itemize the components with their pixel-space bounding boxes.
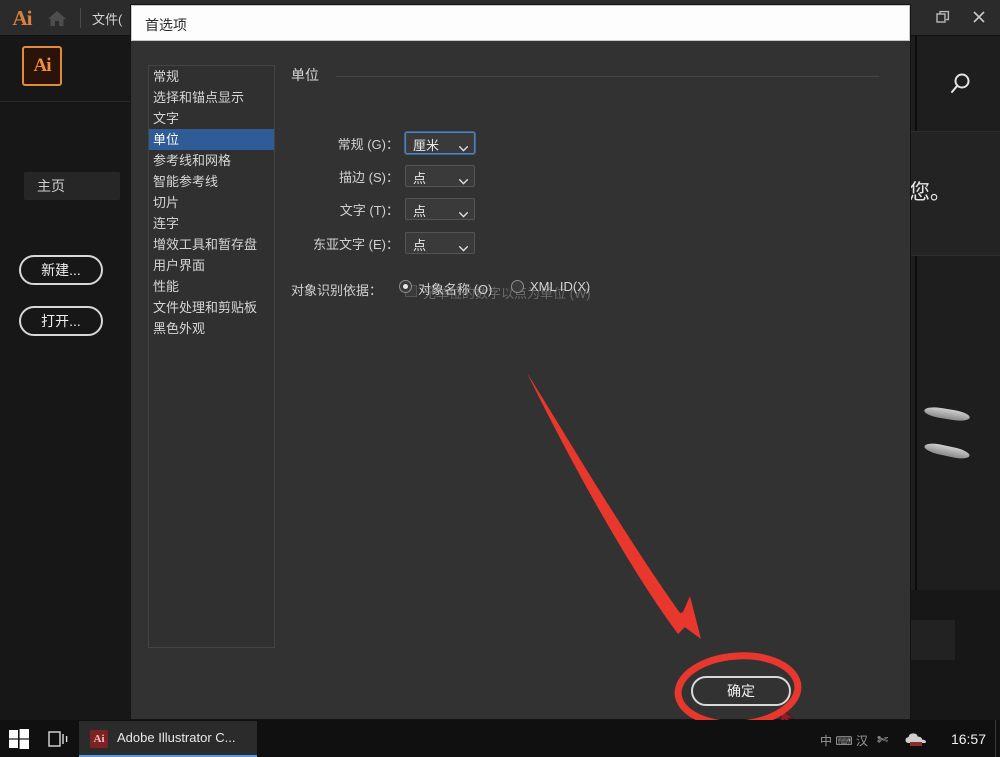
home-app-logo: Ai <box>22 46 62 86</box>
unit-field-label: 文字 (T)： <box>340 200 399 219</box>
category-item[interactable]: 文件处理和剪贴板 <box>149 297 274 318</box>
unit-field-row: 描边 (S)： 点 <box>291 165 571 189</box>
category-item[interactable]: 用户界面 <box>149 255 274 276</box>
scissors-icon[interactable]: ✄ <box>877 732 888 748</box>
clock[interactable]: 16:57 <box>951 731 986 747</box>
menu-separator <box>80 8 81 28</box>
home-left-rail: Ai 主页 新建... 打开... <box>0 36 135 720</box>
taskbar-app-illustrator[interactable]: Ai Adobe Illustrator C... <box>79 721 257 757</box>
illustrator-taskbar-icon-text: Ai <box>90 730 108 748</box>
category-item[interactable]: 增效工具和暂存盘 <box>149 234 274 255</box>
rail-divider <box>0 101 135 102</box>
pane-heading: 单位 <box>291 65 319 85</box>
category-item[interactable]: 性能 <box>149 276 274 297</box>
decorative-arc-icon <box>923 441 970 460</box>
category-item[interactable]: 切片 <box>149 192 274 213</box>
unit-dropdown-value: 点 <box>413 201 426 220</box>
category-list[interactable]: 常规选择和锚点显示文字单位参考线和网格智能参考线切片连字增效工具和暂存盘用户界面… <box>148 65 275 648</box>
home-app-logo-text: Ai <box>24 48 60 84</box>
dialog-title-bar: 首选项 <box>131 5 910 41</box>
unit-field-row: 常规 (G)： 厘米 <box>291 132 571 156</box>
illustrator-taskbar-icon: Ai <box>90 730 108 748</box>
object-identification-radio-group: 对象识别依据： 对象名称 (O) XML ID(X) <box>291 278 721 298</box>
unit-dropdown-value: 点 <box>413 235 426 254</box>
menu-item-file[interactable]: 文件( <box>92 9 122 28</box>
unit-field-label-holder: 描边 (S)： <box>291 165 399 185</box>
unit-field-label: 东亚文字 (E)： <box>313 234 399 253</box>
task-view-icon[interactable] <box>46 728 70 750</box>
unit-field-label-holder: 常规 (G)： <box>291 132 399 152</box>
chevron-down-icon <box>459 205 468 211</box>
ok-button[interactable]: 确定 <box>691 676 791 706</box>
unit-field-label: 常规 (G)： <box>338 134 399 153</box>
unit-field-row: 东亚文字 (E)： 点 <box>291 232 571 256</box>
cloud-sync-icon[interactable] <box>904 731 928 747</box>
unit-field-label-holder: 东亚文字 (E)： <box>291 232 399 252</box>
unit-field-label: 描边 (S)： <box>339 167 399 186</box>
unit-dropdown[interactable]: 点 <box>405 198 475 220</box>
ime-indicator[interactable]: 中 ⌨ 汉 <box>820 732 868 749</box>
screen: Ai 文件( <box>0 0 1000 757</box>
chevron-down-icon <box>459 239 468 245</box>
chevron-down-icon <box>459 172 468 178</box>
dialog-title: 首选项 <box>145 15 187 35</box>
decorative-arc-icon <box>924 405 971 422</box>
category-item[interactable]: 连字 <box>149 213 274 234</box>
background-panel-shape <box>905 620 955 660</box>
home-partial-text: 您。 <box>909 176 951 206</box>
unit-dropdown[interactable]: 点 <box>405 165 475 187</box>
category-item-selected[interactable]: 单位 <box>149 129 274 150</box>
unit-field-label-holder: 文字 (T)： <box>291 198 399 218</box>
radio-xml-id-label: XML ID(X) <box>530 279 590 294</box>
radio-object-name-label: 对象名称 (O) <box>418 279 492 298</box>
category-item[interactable]: 参考线和网格 <box>149 150 274 171</box>
category-item[interactable]: 选择和锚点显示 <box>149 87 274 108</box>
category-item[interactable]: 黑色外观 <box>149 318 274 339</box>
pane-heading-rule <box>336 76 879 77</box>
unit-dropdown-value: 厘米 <box>413 135 439 154</box>
radio-object-name[interactable] <box>399 280 412 293</box>
preferences-dialog: 首选项 常规选择和锚点显示文字单位参考线和网格智能参考线切片连字增效工具和暂存盘… <box>131 5 910 719</box>
category-item[interactable]: 常规 <box>149 66 274 87</box>
unit-dropdown[interactable]: 点 <box>405 232 475 254</box>
chevron-down-icon <box>459 139 468 145</box>
unit-dropdown[interactable]: 厘米 <box>405 132 475 154</box>
radio-xml-id[interactable] <box>511 280 524 293</box>
show-desktop-button[interactable] <box>995 720 1000 757</box>
category-item[interactable]: 智能参考线 <box>149 171 274 192</box>
sidebar-item-home-label: 主页 <box>24 172 120 200</box>
unit-field-row: 文字 (T)： 点 <box>291 198 571 222</box>
new-file-button[interactable]: 新建... <box>19 255 103 285</box>
taskbar-app-label: Adobe Illustrator C... <box>117 730 236 745</box>
object-identification-label: 对象识别依据： <box>291 280 382 299</box>
sidebar-item-home[interactable]: 主页 <box>24 172 120 200</box>
category-item[interactable]: 文字 <box>149 108 274 129</box>
open-file-button[interactable]: 打开... <box>19 306 103 336</box>
app-logo: Ai <box>8 5 36 31</box>
restore-icon[interactable] <box>926 0 960 34</box>
unit-dropdown-value: 点 <box>413 168 426 187</box>
dialog-body: 常规选择和锚点显示文字单位参考线和网格智能参考线切片连字增效工具和暂存盘用户界面… <box>131 42 910 719</box>
home-icon[interactable] <box>46 8 68 28</box>
search-icon[interactable] <box>946 70 976 100</box>
close-icon[interactable] <box>962 0 996 34</box>
windows-start-icon[interactable] <box>8 728 30 750</box>
